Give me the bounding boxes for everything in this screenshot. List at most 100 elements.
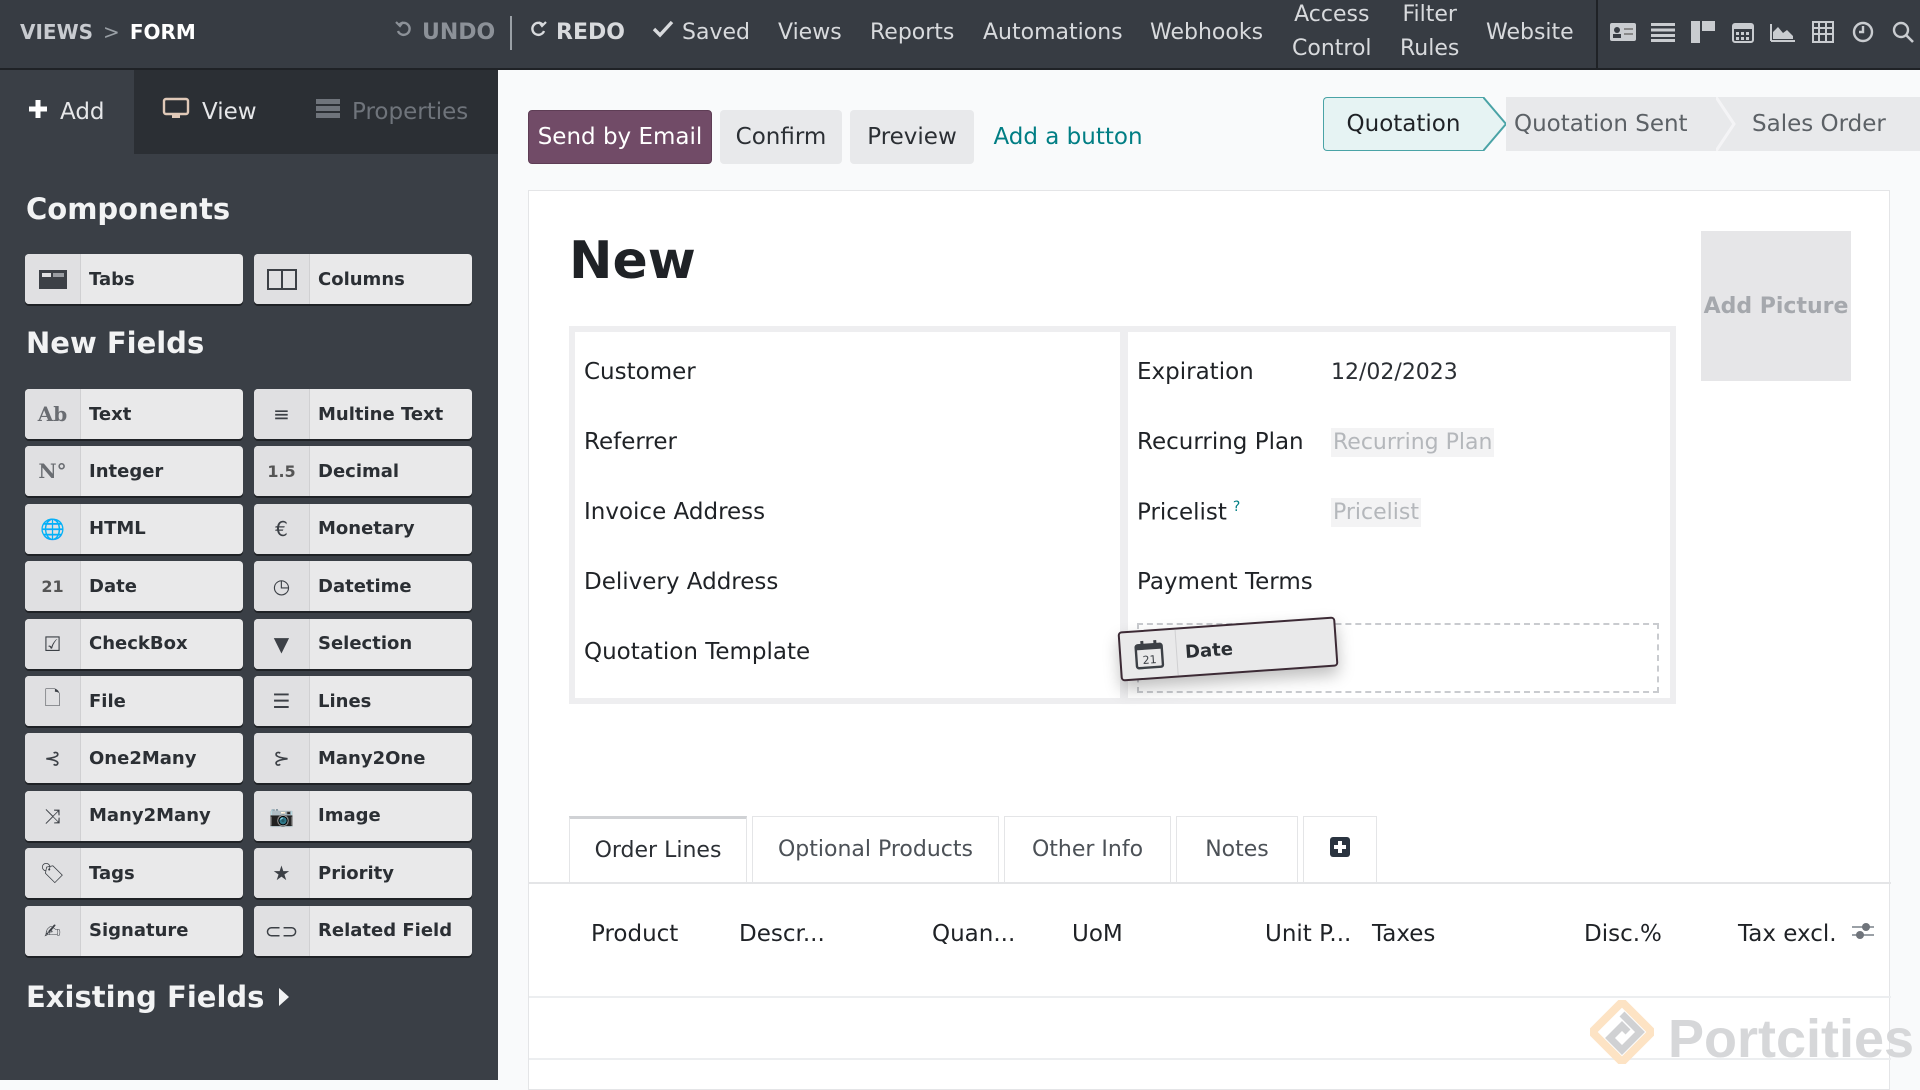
top-bar: VIEWS > FORM UNDO REDO Saved Views Repor…: [0, 0, 1920, 70]
undo-button[interactable]: UNDO: [394, 0, 495, 64]
field-type-label: Decimal: [318, 460, 400, 482]
column-product[interactable]: Product: [591, 921, 678, 947]
column-unit-price[interactable]: Unit P...: [1265, 921, 1351, 947]
view-switcher: [1610, 0, 1916, 64]
field-type-lines[interactable]: ☰ Lines: [254, 676, 472, 726]
pivot-view-icon[interactable]: [1810, 19, 1836, 45]
help-tooltip-icon[interactable]: ?: [1233, 499, 1240, 515]
confirm-button[interactable]: Confirm: [720, 110, 842, 164]
stage-arrow-icon: [1483, 97, 1507, 151]
field-type-label: Monetary: [318, 518, 415, 540]
field-type-multine-text[interactable]: ≡ Multine Text: [254, 389, 472, 439]
field-type-related-field[interactable]: ⊂⊃ Related Field: [254, 905, 472, 956]
field-type-monetary[interactable]: € Monetary: [254, 503, 472, 554]
menu-filter-rules[interactable]: Filter Rules: [1400, 0, 1459, 64]
column-description[interactable]: Descr...: [739, 921, 825, 947]
field-type-text[interactable]: Ab Text: [25, 389, 243, 439]
component-columns[interactable]: Columns: [254, 254, 472, 304]
one2many-icon: ⊰: [25, 733, 81, 784]
studio-sidebar: Add View Properties Components Tabs Colu…: [0, 70, 498, 1080]
component-tabs[interactable]: Tabs: [25, 254, 243, 304]
dragged-date-label: Date: [1184, 638, 1234, 663]
field-type-many2many[interactable]: ⤨ Many2Many: [25, 790, 243, 841]
field-type-integer[interactable]: N° Integer: [25, 446, 243, 497]
field-type-file[interactable]: 🗋 File: [25, 676, 243, 726]
redo-button[interactable]: REDO: [528, 0, 625, 64]
access-control-line2: Control: [1292, 36, 1372, 61]
camera-icon: 📷: [254, 790, 310, 841]
field-customer[interactable]: Customer: [584, 359, 696, 385]
add-picture-placeholder[interactable]: Add Picture: [1701, 231, 1851, 381]
field-type-one2many[interactable]: ⊰ One2Many: [25, 733, 243, 784]
add-tab-button[interactable]: [1303, 816, 1377, 882]
tab-divider: [529, 882, 1891, 884]
sidebar-tab-view[interactable]: View: [134, 70, 294, 154]
field-type-signature[interactable]: ✍ Signature: [25, 905, 243, 956]
tag-icon: 🏷: [25, 848, 81, 899]
stage-quotation[interactable]: Quotation: [1323, 97, 1483, 151]
field-type-datetime[interactable]: ◷ Datetime: [254, 561, 472, 612]
stage-quotation-sent[interactable]: Quotation Sent: [1506, 97, 1716, 151]
field-expiration-value[interactable]: 12/02/2023: [1331, 360, 1458, 385]
field-type-label: Many2One: [318, 747, 426, 769]
redo-label: REDO: [556, 19, 625, 45]
activity-view-icon[interactable]: [1850, 19, 1876, 45]
add-a-button-link[interactable]: Add a button: [988, 110, 1148, 164]
column-quantity[interactable]: Quan...: [932, 921, 1015, 947]
watermark: Portcities: [1586, 996, 1914, 1077]
field-delivery-address[interactable]: Delivery Address: [584, 569, 778, 595]
field-recurring-plan-input[interactable]: Recurring Plan: [1331, 428, 1495, 457]
tab-notes[interactable]: Notes: [1176, 816, 1298, 882]
field-type-decimal[interactable]: 1.5 Decimal: [254, 446, 472, 497]
field-type-selection[interactable]: ▼ Selection: [254, 618, 472, 669]
menu-webhooks[interactable]: Webhooks: [1150, 0, 1263, 64]
new-fields-heading: New Fields: [26, 326, 205, 360]
field-pricelist-input[interactable]: Pricelist: [1331, 498, 1421, 527]
field-type-image[interactable]: 📷 Image: [254, 790, 472, 841]
sidebar-tab-properties[interactable]: Properties: [288, 70, 498, 154]
search-view-icon[interactable]: [1890, 19, 1916, 45]
menu-reports[interactable]: Reports: [870, 0, 954, 64]
kanban-view-icon[interactable]: [1690, 19, 1716, 45]
column-taxes[interactable]: Taxes: [1372, 921, 1435, 947]
column-uom[interactable]: UoM: [1072, 921, 1123, 947]
components-heading: Components: [26, 192, 231, 226]
optional-columns-toggle-icon[interactable]: [1851, 920, 1875, 948]
field-type-label: CheckBox: [89, 633, 188, 655]
existing-fields-toggle[interactable]: Existing Fields: [26, 980, 290, 1014]
stage-sales-order[interactable]: Sales Order: [1736, 97, 1920, 151]
field-type-tags[interactable]: 🏷 Tags: [25, 848, 243, 899]
field-type-checkbox[interactable]: ☑ CheckBox: [25, 618, 243, 669]
file-icon: 🗋: [25, 676, 81, 726]
field-type-many2one[interactable]: ⊱ Many2One: [254, 733, 472, 784]
field-invoice-address[interactable]: Invoice Address: [584, 499, 765, 525]
graph-view-icon[interactable]: [1770, 19, 1796, 45]
field-type-date[interactable]: 21 Date: [25, 561, 243, 612]
field-type-priority[interactable]: ★ Priority: [254, 848, 472, 899]
form-view-icon[interactable]: [1610, 19, 1636, 45]
multiline-text-icon: ≡: [254, 389, 310, 439]
tab-other-info[interactable]: Other Info: [1004, 816, 1171, 882]
field-type-html[interactable]: 🌐 HTML: [25, 503, 243, 554]
record-title: New: [569, 231, 696, 291]
menu-website[interactable]: Website: [1486, 0, 1574, 64]
sidebar-tab-add[interactable]: Add: [0, 70, 134, 154]
send-by-email-button[interactable]: Send by Email: [528, 110, 712, 164]
field-recurring-plan-label: Recurring Plan: [1137, 429, 1304, 455]
breadcrumb-views[interactable]: VIEWS: [20, 20, 93, 44]
field-quotation-template[interactable]: Quotation Template: [584, 639, 810, 665]
column-tax-excl[interactable]: Tax excl.: [1738, 921, 1837, 947]
breadcrumb: VIEWS > FORM: [20, 0, 196, 64]
preview-button[interactable]: Preview: [850, 110, 974, 164]
calendar-view-icon[interactable]: [1730, 19, 1756, 45]
tab-optional-products[interactable]: Optional Products: [752, 816, 999, 882]
menu-views[interactable]: Views: [778, 0, 842, 64]
field-referrer[interactable]: Referrer: [584, 429, 677, 455]
tab-order-lines[interactable]: Order Lines: [569, 816, 747, 882]
list-view-icon[interactable]: [1650, 19, 1676, 45]
column-discount[interactable]: Disc.%: [1584, 921, 1662, 947]
redo-icon: [528, 19, 548, 45]
sidebar-tabs: Add View Properties: [0, 70, 498, 154]
menu-access-control[interactable]: Access Control: [1292, 0, 1372, 64]
menu-automations[interactable]: Automations: [983, 0, 1123, 64]
